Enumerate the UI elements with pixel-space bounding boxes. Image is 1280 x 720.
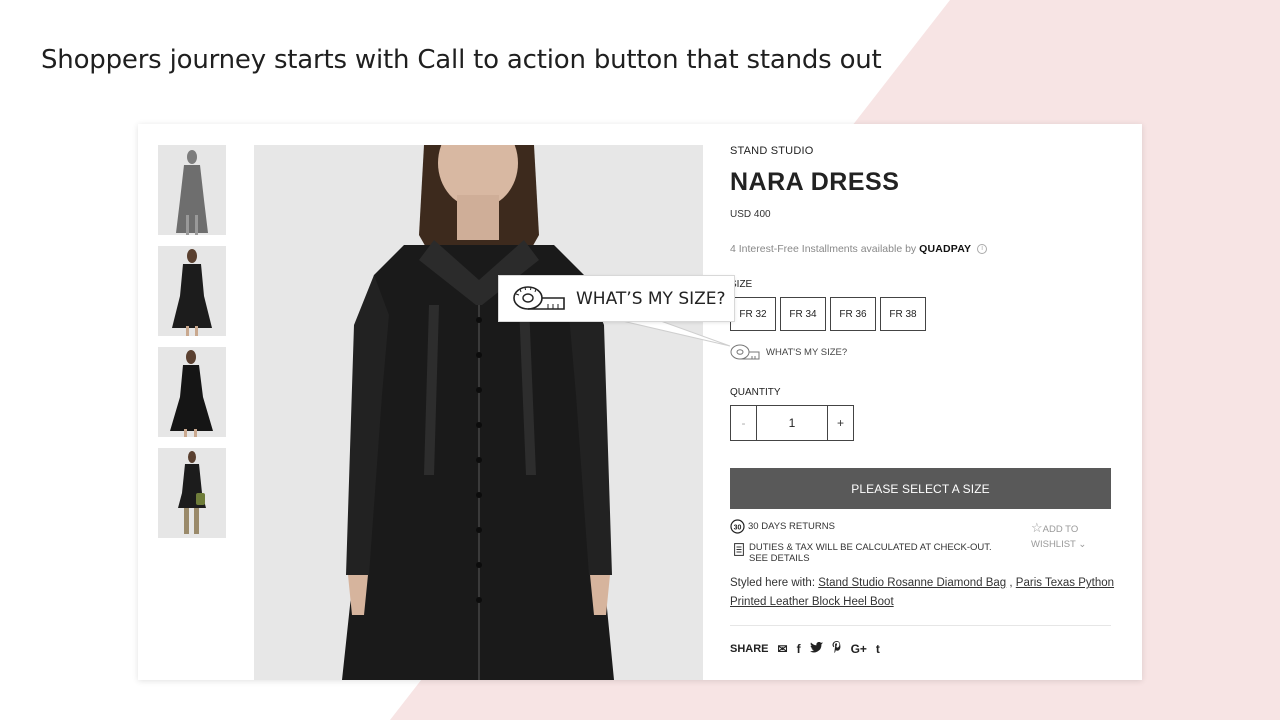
wishlist-label-line2: WISHLIST (1031, 539, 1076, 550)
styled-prefix: Styled here with: (730, 577, 816, 589)
returns-label: 30 DAYS RETURNS (748, 521, 835, 532)
whats-my-size-link[interactable]: WHAT'S MY SIZE? (730, 343, 847, 361)
thumbnail-2[interactable] (158, 246, 226, 336)
duties-info: DUTIES & TAX WILL BE CALCULATED AT CHECK… (734, 542, 992, 565)
info-icon[interactable]: i (977, 244, 988, 255)
product-name: NARA DRESS (730, 168, 900, 196)
returns-badge-icon: 30 (730, 519, 745, 534)
whats-my-size-callout: WHAT’S MY SIZE? (499, 276, 734, 321)
quantity-label: QUANTITY (730, 387, 781, 398)
size-option-fr38[interactable]: FR 38 (880, 297, 926, 331)
divider (730, 625, 1111, 626)
thumbnail-3[interactable] (158, 347, 226, 437)
quantity-input[interactable] (757, 406, 827, 440)
quantity-stepper: - + (730, 405, 854, 441)
returns-info: 30 30 DAYS RETURNS (730, 519, 835, 534)
quantity-decrease-button[interactable]: - (731, 406, 757, 440)
size-option-fr32[interactable]: FR 32 (730, 297, 776, 331)
quadpay-logo: QUADPAY (919, 243, 972, 255)
thumbnail-4[interactable] (158, 448, 226, 538)
see-details-link[interactable]: SEE DETAILS (749, 553, 992, 565)
add-to-wishlist-button[interactable]: ☆ADD TO WISHLIST ⌄ (1031, 520, 1086, 552)
slide-title: Shoppers journey starts with Call to act… (41, 45, 882, 75)
document-icon (734, 543, 744, 556)
installments-info: 4 Interest-Free Installments available b… (730, 243, 988, 255)
quantity-increase-button[interactable]: + (827, 406, 853, 440)
main-product-image (254, 145, 703, 680)
measuring-tape-icon (730, 344, 760, 360)
facebook-icon[interactable]: f (797, 642, 801, 656)
duties-text: DUTIES & TAX WILL BE CALCULATED AT CHECK… (749, 542, 992, 553)
size-selector: FR 32 FR 34 FR 36 FR 38 (730, 297, 926, 331)
select-size-button[interactable]: PLEASE SELECT A SIZE (730, 468, 1111, 509)
returns-badge-number: 30 (734, 525, 742, 532)
product-info-panel: STAND STUDIO NARA DRESS USD 400 4 Intere… (730, 124, 1115, 680)
brand-name[interactable]: STAND STUDIO (730, 145, 813, 157)
styled-with: Styled here with: Stand Studio Rosanne D… (730, 574, 1115, 611)
twitter-icon[interactable] (809, 641, 823, 656)
google-plus-icon[interactable]: G+ (851, 642, 867, 656)
product-page-screenshot: STAND STUDIO NARA DRESS USD 400 4 Intere… (138, 124, 1142, 680)
measuring-tape-icon (513, 285, 565, 310)
thumbnail-gallery (158, 145, 226, 549)
styled-separator: , (1009, 577, 1013, 589)
whats-my-size-label: WHAT'S MY SIZE? (766, 346, 848, 358)
tumblr-icon[interactable]: t (876, 642, 880, 656)
product-price: USD 400 (730, 209, 771, 220)
email-icon[interactable]: ✉ (778, 642, 788, 656)
size-option-fr34[interactable]: FR 34 (780, 297, 826, 331)
share-bar: SHARE ✉ f G+ t (730, 641, 880, 656)
star-icon: ☆ (1031, 520, 1043, 535)
styled-link-bag[interactable]: Stand Studio Rosanne Diamond Bag (818, 577, 1006, 589)
pinterest-icon[interactable] (832, 641, 842, 656)
thumbnail-1[interactable] (158, 145, 226, 235)
share-label: SHARE (730, 642, 769, 655)
wishlist-label-line1: ADD TO (1042, 524, 1079, 535)
chevron-down-icon: ⌄ (1078, 539, 1087, 550)
size-option-fr36[interactable]: FR 36 (830, 297, 876, 331)
installments-text: 4 Interest-Free Installments available b… (730, 243, 917, 255)
callout-label: WHAT’S MY SIZE? (576, 288, 726, 309)
